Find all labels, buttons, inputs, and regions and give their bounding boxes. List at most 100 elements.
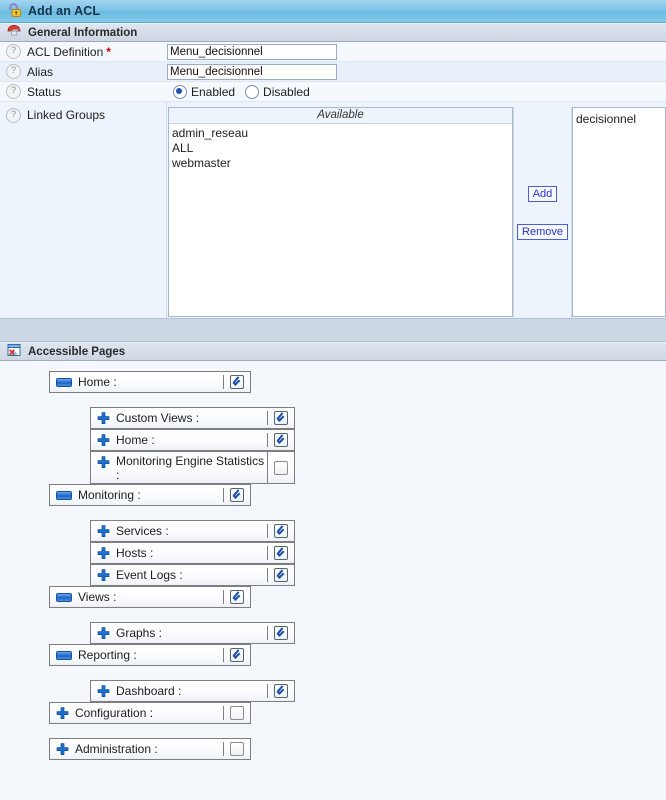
acl-form-page: Add an ACL General Information ? ACL Def… xyxy=(0,0,666,800)
checkbox-checked[interactable] xyxy=(230,375,244,389)
tree-node[interactable]: Hosts : xyxy=(90,542,295,564)
tree-gap xyxy=(0,666,666,680)
status-radio-enabled[interactable]: Enabled xyxy=(173,85,245,99)
tree-node-checkbox-cell xyxy=(268,452,294,483)
tree-node-checkbox-cell xyxy=(224,648,250,662)
status-radio-cell: Enabled Disabled xyxy=(167,82,666,101)
tree-node-checkbox-cell xyxy=(268,433,294,447)
checkbox-checked[interactable] xyxy=(274,546,288,560)
radio-enabled-indicator[interactable] xyxy=(173,85,187,99)
list-item[interactable]: admin_reseau xyxy=(172,126,512,141)
alias-input[interactable] xyxy=(167,64,337,80)
tree-node-label: Administration : xyxy=(75,742,158,756)
window-title: Add an ACL xyxy=(28,4,100,18)
tree-node[interactable]: Dashboard : xyxy=(90,680,295,702)
list-item[interactable]: webmaster xyxy=(172,156,512,171)
tree-node-checkbox-cell xyxy=(268,546,294,560)
window-page-icon xyxy=(7,343,21,360)
tree-node-label: Home : xyxy=(78,375,117,389)
tree-node-checkbox-cell xyxy=(268,568,294,582)
tree-node[interactable]: Home : xyxy=(90,429,295,451)
checkbox-checked[interactable] xyxy=(274,524,288,538)
tree-node-label: Hosts : xyxy=(116,546,153,560)
tree-gap xyxy=(0,724,666,738)
tree-node-body: Event Logs : xyxy=(91,568,268,582)
tree-node-body: Graphs : xyxy=(91,626,268,640)
tree-node-label: Event Logs : xyxy=(116,568,183,582)
checkbox-checked[interactable] xyxy=(230,648,244,662)
question-icon[interactable]: ? xyxy=(6,64,21,79)
checkbox-checked[interactable] xyxy=(274,626,288,640)
tree-node-label: Reporting : xyxy=(78,648,137,662)
question-icon[interactable]: ? xyxy=(6,44,21,59)
question-icon[interactable]: ? xyxy=(6,84,21,99)
tree-gap xyxy=(0,608,666,622)
question-icon[interactable]: ? xyxy=(6,108,21,123)
selected-groups-listbox[interactable]: decisionnel xyxy=(572,107,666,317)
tree-node-body: Configuration : xyxy=(50,706,224,720)
tree-node-body: Dashboard : xyxy=(91,684,268,698)
accessible-pages-tree: Home : Custom Views : Home : Monitoring Eng… xyxy=(0,361,666,760)
status-radio-disabled[interactable]: Disabled xyxy=(245,85,320,99)
radio-disabled-indicator[interactable] xyxy=(245,85,259,99)
accessible-pages-label: Accessible Pages xyxy=(28,346,125,358)
tree-node-checkbox-cell xyxy=(224,375,250,389)
alias-input-cell xyxy=(167,62,666,81)
list-item[interactable]: ALL xyxy=(172,141,512,156)
checkbox-unchecked[interactable] xyxy=(230,742,244,756)
transfer-button-column: Add Remove xyxy=(513,107,572,318)
tree-node-body: Monitoring : xyxy=(50,488,224,502)
checkbox-checked[interactable] xyxy=(230,488,244,502)
tree-node[interactable]: Reporting : xyxy=(49,644,251,666)
field-row-alias: ? Alias xyxy=(0,62,666,82)
tree-node-checkbox-cell xyxy=(268,684,294,698)
tree-node[interactable]: Monitoring Engine Statistics : xyxy=(90,451,295,484)
plus-icon xyxy=(97,525,110,538)
checkbox-unchecked[interactable] xyxy=(274,461,288,475)
field-row-linked-groups: ? Linked Groups Available admin_reseau A… xyxy=(0,102,666,318)
checkbox-checked[interactable] xyxy=(274,411,288,425)
tree-node[interactable]: Custom Views : xyxy=(90,407,295,429)
acl-definition-input[interactable] xyxy=(167,44,337,60)
alias-label: Alias xyxy=(27,65,53,79)
tree-node[interactable]: Home : xyxy=(49,371,251,393)
available-groups-items: admin_reseau ALL webmaster xyxy=(169,124,512,171)
checkbox-checked[interactable] xyxy=(230,590,244,604)
list-item[interactable]: decisionnel xyxy=(576,112,665,127)
tree-node[interactable]: Services : xyxy=(90,520,295,542)
tree-node[interactable]: Event Logs : xyxy=(90,564,295,586)
tree-node-label: Home : xyxy=(116,433,155,447)
tree-node-body: Reporting : xyxy=(50,648,224,662)
plus-icon xyxy=(97,685,110,698)
tree-node-label: Custom Views : xyxy=(116,411,199,425)
required-marker: * xyxy=(106,45,111,59)
tree-node[interactable]: Views : xyxy=(49,586,251,608)
tree-node-body: Services : xyxy=(91,524,268,538)
umbrella-icon xyxy=(7,24,21,41)
tree-node-body: Home : xyxy=(91,433,268,447)
available-groups-header: Available xyxy=(169,108,512,124)
tree-node-checkbox-cell xyxy=(224,488,250,502)
accessible-pages-header: Accessible Pages xyxy=(0,342,666,361)
status-label-cell: ? Status xyxy=(0,82,167,101)
tree-node[interactable]: Graphs : xyxy=(90,622,295,644)
tree-node-label: Graphs : xyxy=(116,626,162,640)
tree-node[interactable]: Configuration : xyxy=(49,702,251,724)
tree-node-body: Hosts : xyxy=(91,546,268,560)
tree-node-label: Monitoring : xyxy=(78,488,141,502)
available-groups-listbox[interactable]: Available admin_reseau ALL webmaster xyxy=(168,107,513,317)
checkbox-checked[interactable] xyxy=(274,433,288,447)
tree-node-body: Monitoring Engine Statistics : xyxy=(91,452,268,483)
tree-node-checkbox-cell xyxy=(224,706,250,720)
linked-groups-label: Linked Groups xyxy=(27,108,105,122)
tree-node[interactable]: Monitoring : xyxy=(49,484,251,506)
checkbox-checked[interactable] xyxy=(274,684,288,698)
tree-node[interactable]: Administration : xyxy=(49,738,251,760)
checkbox-checked[interactable] xyxy=(274,568,288,582)
radio-disabled-label: Disabled xyxy=(263,85,310,99)
section-separator-band xyxy=(0,318,666,342)
tree-node-checkbox-cell xyxy=(268,524,294,538)
remove-button[interactable]: Remove xyxy=(517,224,568,240)
checkbox-unchecked[interactable] xyxy=(230,706,244,720)
add-button[interactable]: Add xyxy=(528,186,558,202)
